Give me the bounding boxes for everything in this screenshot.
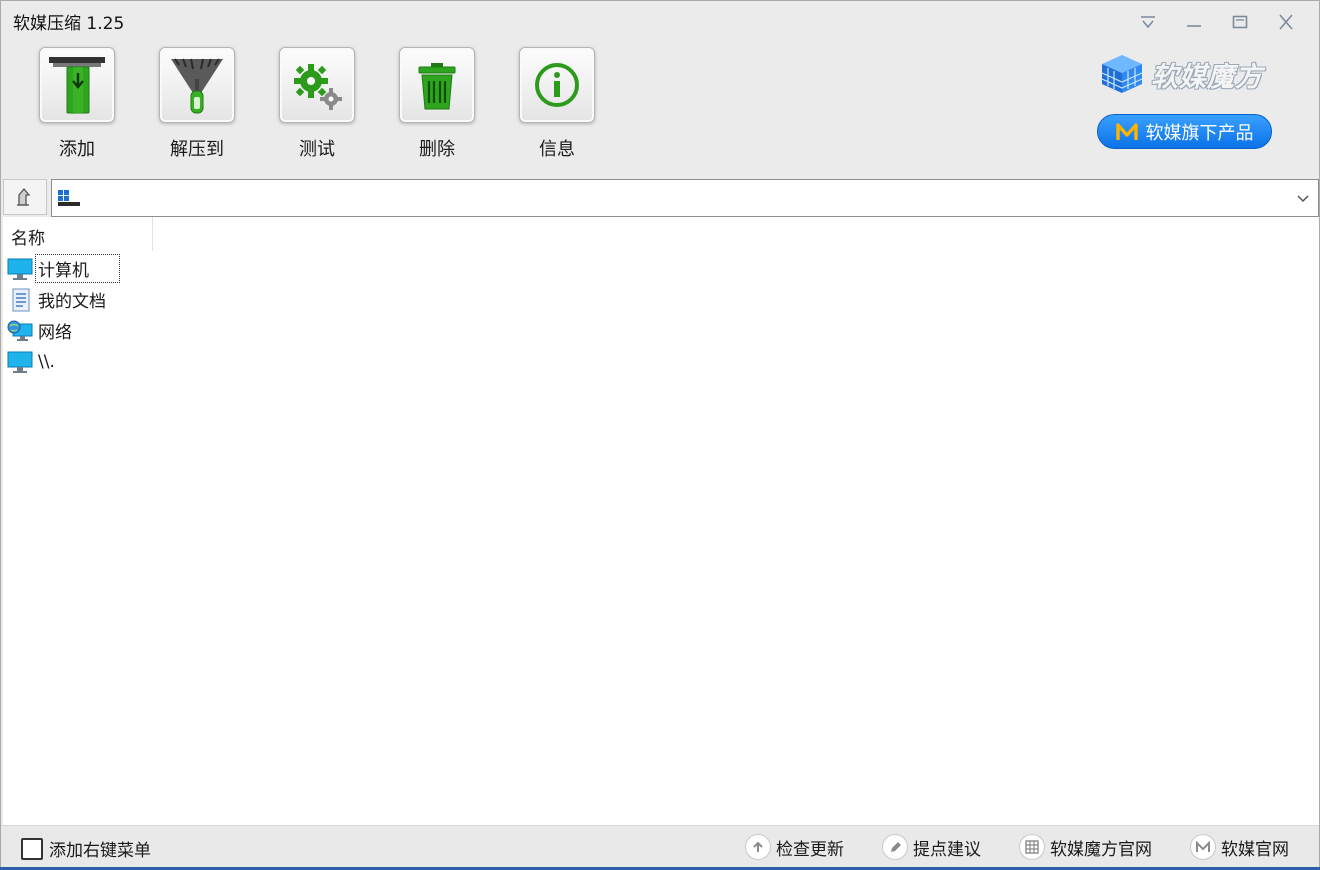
upload-arrow-icon	[745, 834, 771, 860]
feedback-link[interactable]: 提点建议	[882, 834, 981, 860]
up-folder-button[interactable]	[3, 179, 47, 215]
add-label: 添加	[59, 139, 95, 160]
brand-logo[interactable]: 软媒魔方	[1099, 53, 1263, 95]
info-icon	[519, 47, 595, 123]
column-header-name[interactable]: 名称	[3, 217, 153, 251]
cube-icon	[1101, 55, 1143, 93]
drives-icon	[58, 190, 80, 206]
context-menu-checkbox[interactable]: 添加右键菜单	[21, 836, 151, 861]
menu-icon[interactable]	[1129, 9, 1167, 35]
extract-to-label: 解压到	[170, 139, 224, 160]
info-label: 信息	[539, 139, 575, 160]
chevron-down-icon[interactable]	[1296, 191, 1310, 205]
list-item-label: \\.	[38, 351, 55, 372]
computer-icon	[7, 351, 33, 373]
mofang-site-link[interactable]: 软媒魔方官网	[1019, 834, 1152, 860]
extract-to-button[interactable]: 解压到	[159, 47, 235, 161]
list-item-label: 网络	[38, 323, 72, 343]
test-button[interactable]: 测试	[279, 47, 355, 161]
close-icon[interactable]	[1267, 9, 1305, 35]
network-icon	[7, 320, 33, 341]
m-logo-icon	[1115, 122, 1138, 140]
grid-icon	[1019, 834, 1045, 860]
check-update-link[interactable]: 检查更新	[745, 834, 844, 860]
list-item-label: 我的文档	[38, 292, 106, 312]
gears-icon	[279, 47, 355, 123]
document-icon	[12, 288, 30, 311]
pen-icon	[882, 834, 908, 860]
zipper-icon	[159, 47, 235, 123]
m-logo-icon	[1190, 834, 1216, 860]
ruanmei-site-link[interactable]: 软媒官网	[1190, 834, 1289, 860]
list-item-computer[interactable]: 计算机	[3, 253, 120, 284]
info-button[interactable]: 信息	[519, 47, 595, 161]
delete-label: 删除	[419, 139, 455, 160]
ruanmei-site-label: 软媒官网	[1221, 839, 1289, 860]
products-button-label: 软媒旗下产品	[1145, 122, 1254, 144]
list-item-label: 计算机	[35, 254, 120, 283]
maximize-icon[interactable]	[1221, 9, 1259, 35]
list-item-unc-path[interactable]: \\.	[3, 346, 120, 377]
products-button[interactable]: 软媒旗下产品	[1097, 114, 1272, 149]
path-combobox[interactable]	[51, 179, 1319, 217]
checkbox-box[interactable]	[21, 837, 43, 860]
list-item-network[interactable]: 网络	[3, 315, 120, 346]
window-title: 软媒压缩 1.25	[13, 14, 125, 34]
main-toolbar: 添加 解压到 测试 删除 信息	[39, 47, 595, 161]
context-menu-label: 添加右键菜单	[49, 841, 151, 861]
file-list[interactable]: 名称 计算机 我的文档 网络 \\.	[3, 217, 1319, 825]
mofang-site-label: 软媒魔方官网	[1050, 839, 1152, 860]
check-update-label: 检查更新	[776, 839, 844, 860]
computer-icon	[7, 258, 33, 280]
add-button[interactable]: 添加	[39, 47, 115, 161]
list-item-my-documents[interactable]: 我的文档	[3, 284, 120, 315]
window-controls	[1129, 9, 1305, 35]
test-label: 测试	[299, 139, 335, 160]
trash-icon	[399, 47, 475, 123]
minimize-icon[interactable]	[1175, 9, 1213, 35]
add-icon	[39, 47, 115, 123]
brand-name: 软媒魔方	[1151, 61, 1263, 93]
status-bar: 添加右键菜单 检查更新 提点建议 软媒魔方官网 软媒官网	[1, 825, 1319, 869]
delete-button[interactable]: 删除	[399, 47, 475, 161]
feedback-label: 提点建议	[913, 839, 981, 860]
up-arrow-icon	[17, 187, 31, 206]
app-window: 软媒压缩 1.25 添加 解压到 测试 删除 信息 软媒魔方 软媒旗下产品 名称…	[0, 0, 1320, 870]
